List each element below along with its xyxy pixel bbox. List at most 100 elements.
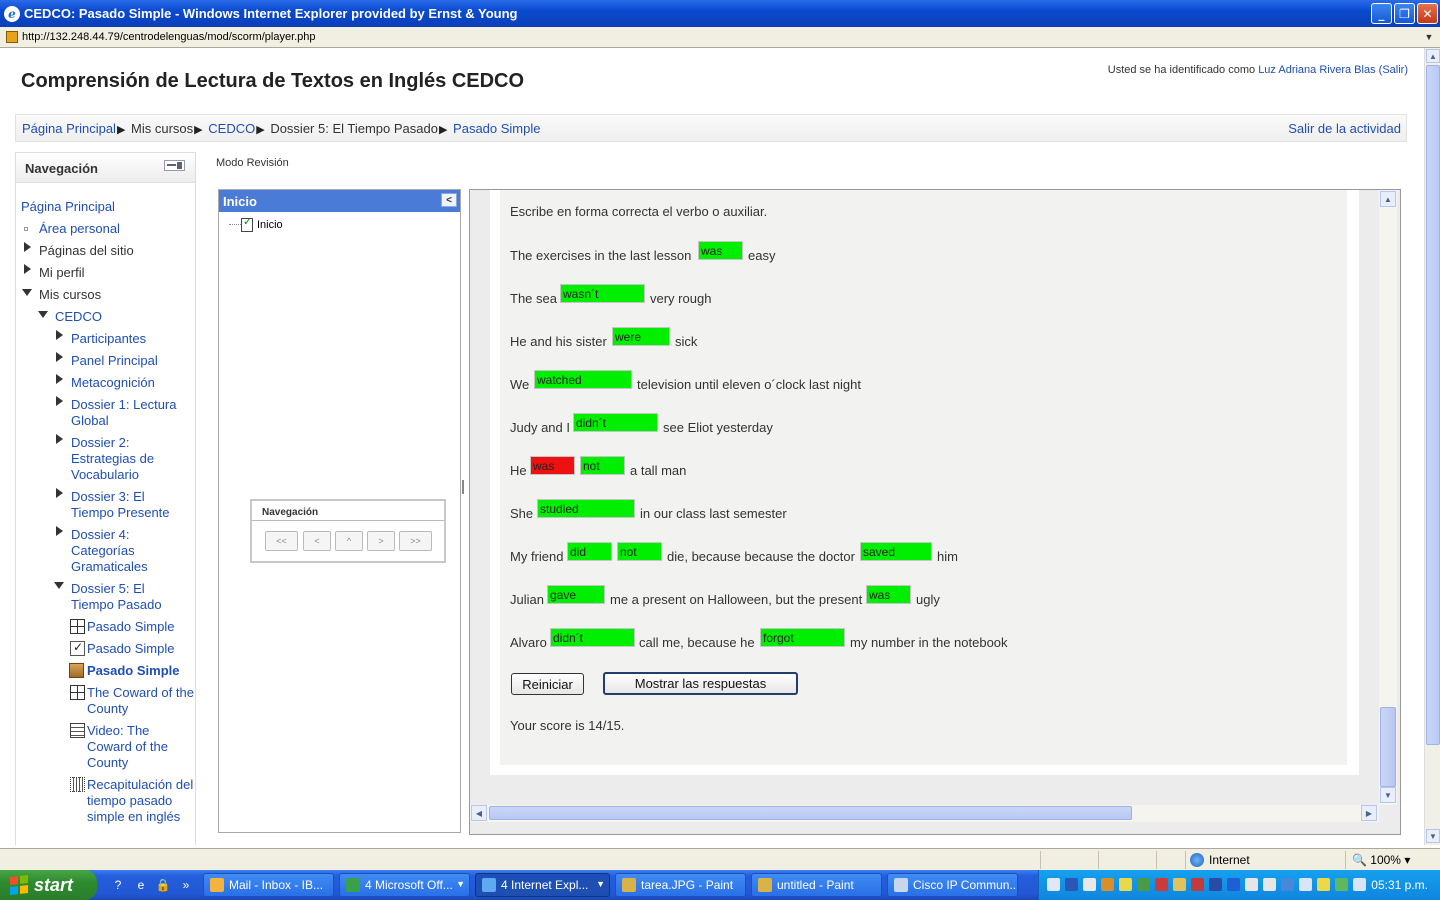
scrollbar-thumb[interactable] <box>1380 707 1396 787</box>
tray-icon[interactable] <box>1317 878 1330 891</box>
tray-icon[interactable] <box>1209 878 1222 891</box>
next-sco-button[interactable]: > <box>367 531 395 551</box>
nav-dossier-1[interactable]: Dossier 1: Lectura Global <box>71 397 186 429</box>
answer-field[interactable]: studied <box>537 499 635 518</box>
dock-block-icon[interactable] <box>164 160 185 171</box>
minimize-button[interactable]: _ <box>1371 3 1392 24</box>
tray-icon[interactable] <box>1119 878 1132 891</box>
breadcrumb-activity[interactable]: Pasado Simple <box>453 121 540 136</box>
answer-field[interactable]: not <box>580 456 625 475</box>
previous-sco-button[interactable]: < <box>303 531 331 551</box>
scrollbar-thumb[interactable] <box>489 806 1132 820</box>
expand-arrow-icon[interactable] <box>56 330 63 340</box>
tray-icon[interactable] <box>1101 878 1114 891</box>
toc-item-inicio[interactable]: Inicio <box>229 215 283 232</box>
nav-home[interactable]: Página Principal <box>21 199 115 215</box>
nav-participants[interactable]: Participantes <box>71 331 146 347</box>
first-sco-button[interactable]: << <box>265 531 298 551</box>
nav-dossier-3[interactable]: Dossier 3: El Tiempo Presente <box>71 489 181 521</box>
logout-link[interactable]: (Salir) <box>1379 64 1408 76</box>
answer-field-incorrect[interactable]: was <box>530 456 575 475</box>
expand-arrow-icon[interactable] <box>56 352 63 362</box>
clock[interactable]: 05:31 p.m. <box>1371 878 1428 892</box>
nav-recapitulation[interactable]: Recapitulación del tiempo pasado simple … <box>87 777 197 825</box>
nav-pasado-simple-quiz[interactable]: Pasado Simple <box>87 641 174 657</box>
help-icon[interactable]: ? <box>110 877 126 893</box>
expand-arrow-icon[interactable] <box>56 434 63 444</box>
expand-arrow-icon[interactable] <box>56 374 63 384</box>
scroll-down-icon[interactable]: ▼ <box>1380 787 1396 803</box>
breadcrumb-section[interactable]: Dossier 5: El Tiempo Pasado <box>270 121 438 136</box>
scroll-right-icon[interactable]: ▶ <box>1361 805 1377 821</box>
answer-field[interactable]: was <box>866 585 911 604</box>
nav-dossier-4[interactable]: Dossier 4: Categorías Gramaticales <box>71 527 171 575</box>
zoom-level[interactable]: 🔍 100% ▾ <box>1352 853 1410 867</box>
task-internet-explorer[interactable]: 4 Internet Expl... ▼ <box>475 873 610 897</box>
nav-main-panel[interactable]: Panel Principal <box>71 353 158 369</box>
expand-arrow-icon[interactable] <box>56 396 63 406</box>
nav-course-cedco[interactable]: CEDCO <box>55 309 102 325</box>
answer-field[interactable]: saved <box>860 542 932 561</box>
scroll-left-icon[interactable]: ◀ <box>471 805 487 821</box>
address-url[interactable]: http://132.248.44.79/centrodelenguas/mod… <box>22 31 316 43</box>
chevron-right-icon[interactable]: » <box>178 877 194 893</box>
answer-field[interactable]: was <box>698 241 743 260</box>
answer-field[interactable]: not <box>617 542 662 561</box>
nav-personal-area[interactable]: Área personal <box>39 221 120 237</box>
answer-field[interactable]: watched <box>534 370 632 389</box>
answer-field[interactable]: did <box>567 542 612 561</box>
tray-icon[interactable] <box>1281 878 1294 891</box>
tray-icon[interactable] <box>1335 878 1348 891</box>
page-vertical-scrollbar[interactable]: ▲ ▼ <box>1424 48 1440 845</box>
task-paint-untitled[interactable]: untitled - Paint <box>751 873 882 897</box>
task-paint-tarea[interactable]: tarea.JPG - Paint <box>615 873 746 897</box>
nav-site-pages[interactable]: Páginas del sitio <box>39 243 134 259</box>
toc-item-label[interactable]: Inicio <box>257 219 283 231</box>
collapse-arrow-icon[interactable] <box>38 311 48 318</box>
content-horizontal-scrollbar[interactable]: ◀ ▶ <box>470 805 1379 822</box>
monitor-icon[interactable] <box>1263 878 1276 891</box>
collapse-toc-button[interactable]: < <box>441 193 457 207</box>
window-title-bar[interactable]: e CEDCO: Pasado Simple - Windows Interne… <box>0 0 1440 27</box>
task-mail[interactable]: Mail - Inbox - IB... <box>203 873 334 897</box>
nav-metacognition[interactable]: Metacognición <box>71 375 155 391</box>
address-bar[interactable]: http://132.248.44.79/centrodelenguas/mod… <box>0 27 1440 48</box>
tray-icon[interactable] <box>1299 878 1312 891</box>
tray-icon[interactable] <box>1083 878 1096 891</box>
close-button[interactable]: ✕ <box>1417 3 1438 24</box>
answer-field[interactable]: wasn´t <box>560 284 645 303</box>
nav-pasado-simple-scorm[interactable]: Pasado Simple <box>87 619 174 635</box>
nav-my-courses[interactable]: Mis cursos <box>39 287 101 303</box>
breadcrumb-my-courses[interactable]: Mis cursos <box>131 121 193 136</box>
task-office[interactable]: 4 Microsoft Off... ▼ <box>339 873 470 897</box>
lock-icon[interactable]: 🔒 <box>155 877 171 893</box>
maximize-button[interactable]: ❐ <box>1394 3 1415 24</box>
content-vertical-scrollbar[interactable]: ▲ ▼ <box>1379 190 1397 805</box>
collapse-arrow-icon[interactable] <box>54 582 64 589</box>
nav-video-coward[interactable]: Video: The Coward of the County <box>87 723 182 771</box>
network-icon[interactable] <box>1353 878 1366 891</box>
scrollbar-thumb[interactable] <box>1426 65 1440 745</box>
flag-icon[interactable] <box>1191 878 1204 891</box>
answer-field[interactable]: didn´t <box>573 413 658 432</box>
expand-arrow-icon[interactable] <box>56 526 63 536</box>
collapse-arrow-icon[interactable] <box>22 289 32 296</box>
scroll-down-icon[interactable]: ▼ <box>1426 829 1440 843</box>
show-answers-button[interactable]: Mostrar las respuestas <box>603 672 798 695</box>
up-sco-button[interactable]: ^ <box>335 531 363 551</box>
nav-pasado-simple-current[interactable]: Pasado Simple <box>87 663 179 679</box>
answer-field[interactable]: didn´t <box>550 628 635 647</box>
nav-my-profile[interactable]: Mi perfil <box>39 265 85 281</box>
answer-field[interactable]: were <box>612 327 670 346</box>
tray-icon[interactable] <box>1065 878 1078 891</box>
breadcrumb-home[interactable]: Página Principal <box>22 121 116 136</box>
start-button[interactable]: start <box>0 870 97 900</box>
scroll-up-icon[interactable]: ▲ <box>1380 191 1396 207</box>
nav-dossier-2[interactable]: Dossier 2: Estrategias de Vocabulario <box>71 435 171 483</box>
nav-dossier-5[interactable]: Dossier 5: El Tiempo Pasado <box>71 581 171 613</box>
answer-field[interactable]: forgot <box>760 628 845 647</box>
scroll-up-icon[interactable]: ▲ <box>1426 49 1440 63</box>
nav-coward-of-the-county[interactable]: The Coward of the County <box>87 685 197 717</box>
exit-activity-link[interactable]: Salir de la actividad <box>1288 121 1401 136</box>
lock-icon[interactable] <box>1173 878 1186 891</box>
